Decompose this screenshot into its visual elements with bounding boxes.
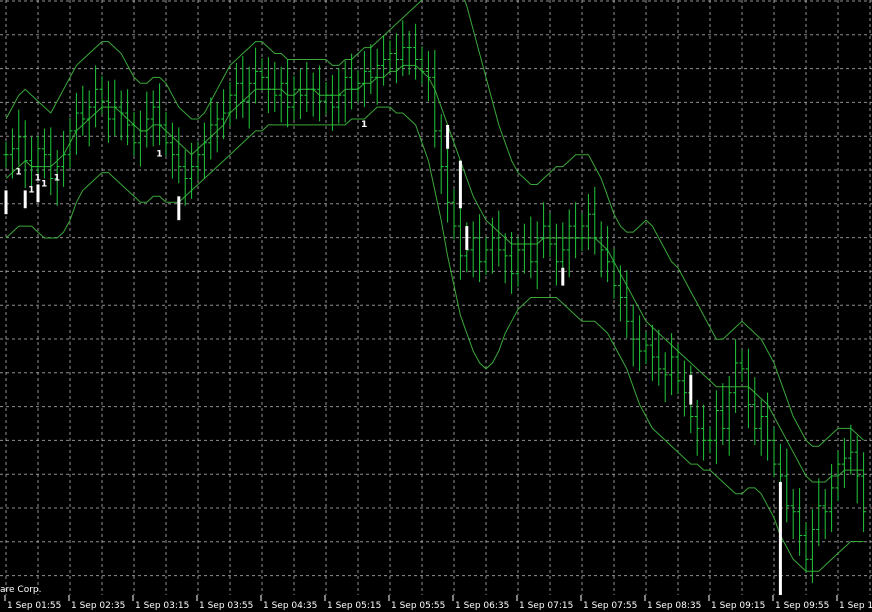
signal-marker-label: 1: [54, 174, 60, 184]
x-tick-label: 1 Sep 05:15: [327, 601, 381, 611]
x-tick-label: 1 Sep 03:55: [199, 601, 253, 611]
signal-marker-bar: [23, 190, 27, 209]
signal-marker-label: 1: [35, 174, 41, 184]
copyright-label: are Corp.: [0, 585, 41, 595]
signal-marker-bar: [4, 190, 8, 215]
x-tick-label: 1 Sep 02:35: [71, 601, 125, 611]
signal-marker-label: 1: [361, 120, 367, 130]
signal-marker-bar: [458, 160, 462, 209]
signal-marker-label: 1: [15, 168, 21, 178]
x-tick-label: 1 Sep 05:55: [391, 601, 445, 611]
signal-marker-label: 1: [41, 179, 47, 189]
signal-marker-label: 1: [28, 185, 34, 195]
x-tick-label: 1 Sep 07:55: [583, 601, 637, 611]
signal-marker-bar: [689, 374, 693, 405]
price-chart[interactable]: 1111111 1 Sep 01:55 1 Sep 02:35 1 Sep 03:1…: [0, 0, 872, 612]
x-tick-label: 1 Sep 03:15: [135, 601, 189, 611]
chart-window[interactable]: 1111111 1 Sep 01:55 1 Sep 02:35 1 Sep 03:1…: [0, 0, 872, 612]
x-tick-label: 1 Sep 07:15: [519, 601, 573, 611]
x-tick-label: 1 Sep 08:35: [647, 601, 701, 611]
signal-marker-bar: [177, 196, 181, 221]
x-tick-label: 1 Sep 09:55: [775, 601, 829, 611]
signal-marker-bar: [465, 226, 469, 250]
signal-marker-bar: [561, 267, 565, 286]
x-tick-label: 1 Sep 04:35: [263, 601, 317, 611]
signal-marker-bar: [36, 184, 40, 203]
x-tick-label: 1 Sep 09:15: [711, 601, 765, 611]
signal-marker-label: 1: [156, 150, 162, 160]
x-tick-label: 1 Sep 10:35: [839, 601, 872, 611]
x-tick-label: 1 Sep 01:55: [7, 601, 61, 611]
signal-marker-bar: [446, 124, 450, 149]
x-tick-label: 1 Sep 06:35: [455, 601, 509, 611]
signal-marker-bar: [778, 481, 782, 595]
